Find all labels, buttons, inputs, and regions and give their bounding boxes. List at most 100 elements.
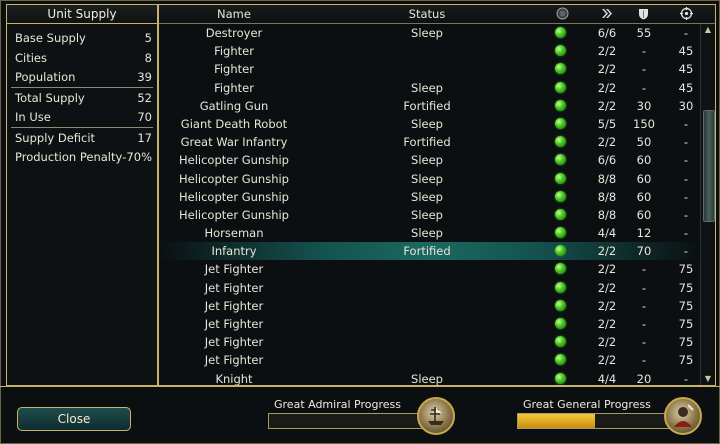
column-header-status[interactable]: Status [379,7,475,21]
unit-name: Jet Fighter [204,262,264,277]
unit-row[interactable]: Infantry Fortified 2/2 70 - [159,242,699,261]
unit-name: Fighter [214,44,254,59]
unit-name: Knight [215,371,253,386]
great-admiral-progress-bar [268,413,438,429]
unit-row[interactable]: Jet Fighter 2/2 - 75 [159,351,699,369]
admiral-ship-icon [417,397,455,435]
unit-name: Fighter [214,80,254,95]
unit-name: Jet Fighter [204,335,264,350]
unit-moves: 2/2 [597,98,617,113]
unit-name: Giant Death Robot [180,116,288,131]
unit-list-scrollbar[interactable]: ▲ ▼ [700,24,715,385]
unit-strength: 150 [633,116,655,131]
scrollbar-thumb[interactable] [703,110,715,222]
unit-name: Jet Fighter [204,317,264,331]
great-admiral-progress-label: Great Admiral Progress [274,398,401,411]
health-status-icon [555,45,566,57]
unit-moves: 2/2 [597,244,617,259]
moves-icon[interactable] [600,7,613,20]
unit-moves: 8/8 [597,189,617,204]
unit-ranged-strength: 75 [678,317,694,331]
unit-strength: - [641,262,647,277]
column-header-name[interactable]: Name [159,7,309,21]
unit-row[interactable]: Helicopter Gunship Sleep 8/8 60 - [159,188,699,206]
unit-supply-title: Unit Supply [7,5,157,24]
unit-row[interactable]: Jet Fighter 2/2 - 75 [159,297,699,315]
unit-ranged-strength: - [683,207,689,222]
unit-row[interactable]: Giant Death Robot Sleep 5/5 150 - [159,115,699,133]
supply-value: 8 [144,50,152,65]
health-status-icon [555,136,566,148]
supply-value: 39 [137,70,152,84]
supply-label: Production Penalty [15,150,123,164]
unit-moves: 5/5 [597,116,617,131]
supply-label: Supply Deficit [15,130,96,145]
unit-row[interactable]: Jet Fighter 2/2 - 75 [159,260,699,278]
unit-ranged-strength: 75 [678,298,694,313]
unit-status: Fortified [403,98,451,113]
health-status-icon [555,227,566,239]
unit-row[interactable]: Destroyer Sleep 6/6 55 - [159,24,699,42]
unit-name: Great War Infantry [180,135,288,150]
health-icon[interactable] [556,7,569,20]
unit-strength: 30 [636,98,652,113]
unit-moves: 2/2 [597,317,617,331]
supply-value: 17 [137,130,152,145]
unit-row[interactable]: Jet Fighter 2/2 - 75 [159,333,699,351]
unit-row[interactable]: Helicopter Gunship Sleep 8/8 60 - [159,170,699,188]
unit-row[interactable]: Gatling Gun Fortified 2/2 30 30 [159,97,699,115]
supply-row-deficit: Supply Deficit 17 [7,128,157,148]
unit-name: Jet Fighter [204,353,264,368]
supply-label: In Use [15,110,51,124]
unit-name: Infantry [211,244,257,259]
unit-strength: - [641,62,647,77]
unit-moves: 8/8 [597,207,617,222]
close-button[interactable]: Close [17,407,131,431]
unit-row[interactable]: Fighter Sleep 2/2 - 45 [159,79,699,97]
scroll-down-icon[interactable]: ▼ [702,373,714,385]
unit-moves: 2/2 [597,335,617,350]
unit-strength: - [641,80,647,95]
supply-row-in-use: In Use 70 [7,107,157,127]
unit-strength: 60 [636,189,652,204]
unit-status: Sleep [411,371,443,386]
unit-ranged-strength: - [683,189,689,204]
health-status-icon [555,154,566,166]
unit-name: Destroyer [205,26,263,40]
health-status-icon [555,63,566,75]
unit-name: Jet Fighter [204,298,264,313]
unit-row[interactable]: Fighter 2/2 - 45 [159,42,699,60]
unit-row[interactable]: Helicopter Gunship Sleep 6/6 60 - [159,151,699,169]
unit-ranged-strength: 75 [678,280,694,295]
unit-row[interactable]: Fighter 2/2 - 45 [159,60,699,78]
unit-row[interactable]: Knight Sleep 4/4 20 - [159,370,699,386]
supply-label: Base Supply [15,31,86,45]
unit-ranged-strength: - [683,244,689,259]
supply-value: 52 [137,90,152,105]
unit-strength: 55 [636,26,652,40]
supply-row-total: Total Supply 52 [7,88,157,108]
unit-row[interactable]: Horseman Sleep 4/4 12 - [159,224,699,242]
supply-row-population: Population 39 [7,67,157,87]
unit-ranged-strength: 75 [678,262,694,277]
unit-row[interactable]: Jet Fighter 2/2 - 75 [159,279,699,297]
unit-strength: - [641,317,647,331]
unit-moves: 2/2 [597,44,617,59]
supply-label: Cities [15,50,47,65]
divider [0,386,720,387]
unit-strength: 60 [636,207,652,222]
strength-icon[interactable] [637,7,650,20]
unit-moves: 2/2 [597,262,617,277]
ranged-icon[interactable] [680,7,693,20]
unit-strength: - [641,335,647,350]
unit-ranged-strength: - [683,153,689,168]
supply-value: 70 [137,110,152,124]
unit-row[interactable]: Great War Infantry Fortified 2/2 50 - [159,133,699,151]
unit-list-header: Name Status [159,5,715,24]
unit-row[interactable]: Jet Fighter 2/2 - 75 [159,315,699,333]
unit-ranged-strength: - [683,26,689,40]
unit-moves: 2/2 [597,353,617,368]
unit-status: Fortified [403,135,451,150]
unit-row[interactable]: Helicopter Gunship Sleep 8/8 60 - [159,206,699,224]
scroll-up-icon[interactable]: ▲ [702,24,714,36]
